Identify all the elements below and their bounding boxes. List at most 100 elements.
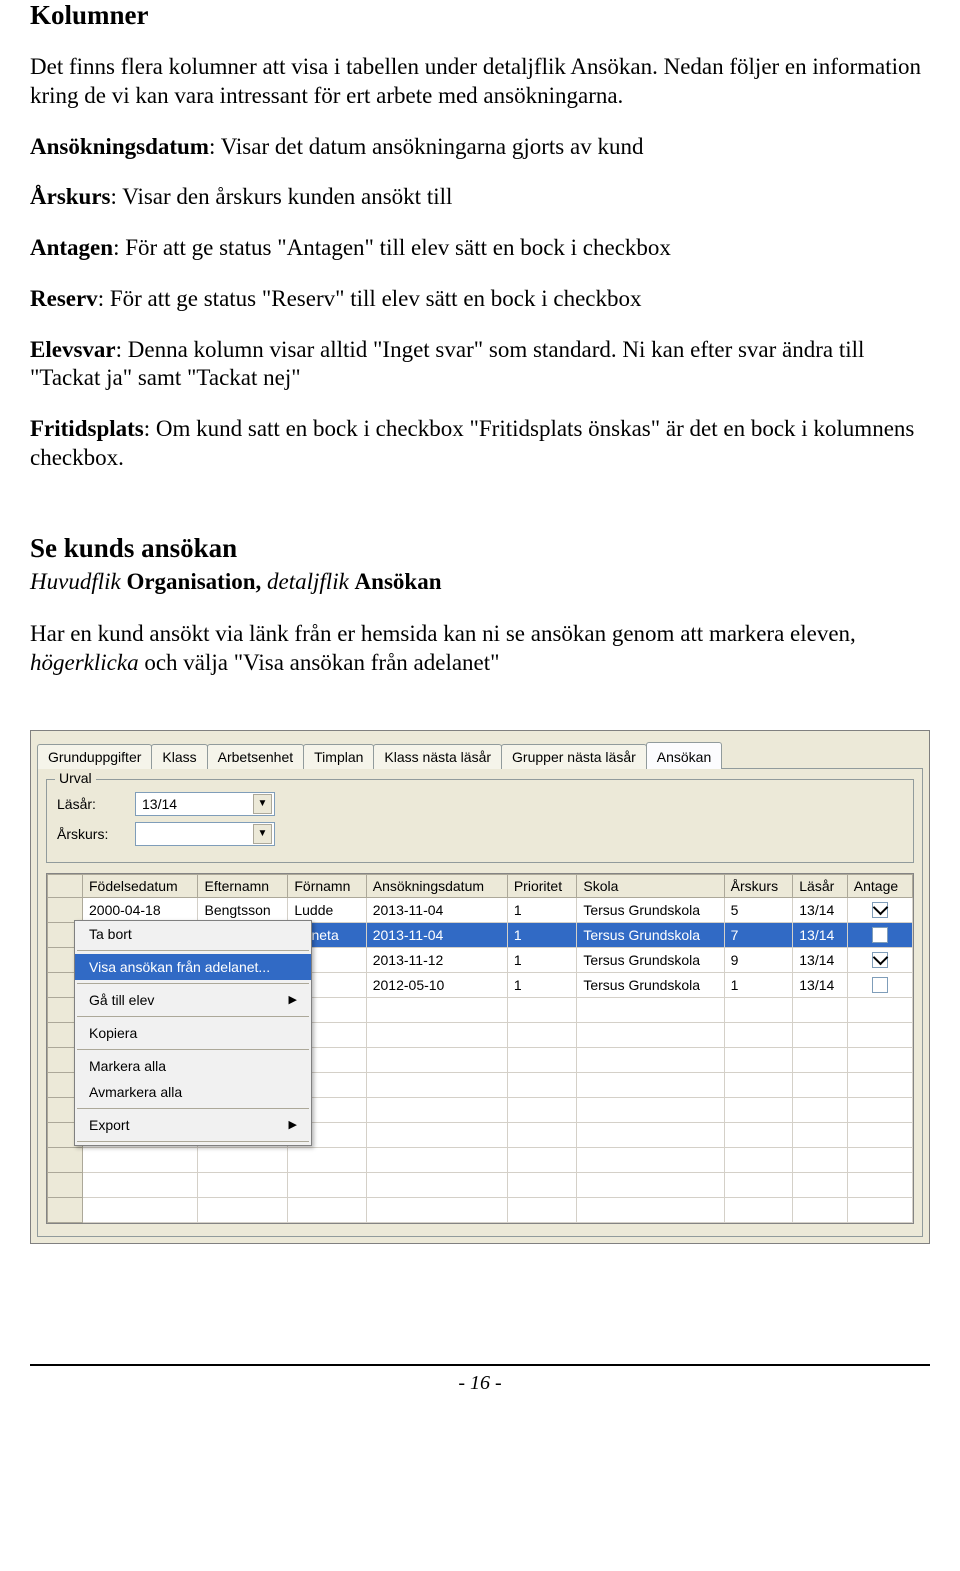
- cell[interactable]: 5: [724, 897, 793, 922]
- context-menu[interactable]: Ta bort Visa ansökan från adelanet... Gå t…: [74, 920, 312, 1146]
- lasar-select[interactable]: 13/14 ▼: [135, 792, 275, 816]
- table-row-empty: [48, 1197, 913, 1222]
- ctx-ta-bort[interactable]: Ta bort: [75, 921, 311, 947]
- ctx-export[interactable]: Export▶: [75, 1112, 311, 1138]
- col-förnamn[interactable]: Förnamn: [288, 874, 366, 897]
- col-antage[interactable]: Antage: [847, 874, 912, 897]
- sub-bold1: Organisation,: [126, 569, 261, 594]
- col-läsår[interactable]: Läsår: [793, 874, 848, 897]
- cell[interactable]: 1: [507, 897, 577, 922]
- cell[interactable]: 1: [724, 972, 793, 997]
- cell[interactable]: 1: [507, 922, 577, 947]
- cell[interactable]: 2013-11-04: [366, 922, 507, 947]
- cell[interactable]: 1: [507, 947, 577, 972]
- term-fritidsplats: Fritidsplats: [30, 416, 144, 441]
- cell[interactable]: Tersus Grundskola: [577, 897, 724, 922]
- instr-b: högerklicka: [30, 650, 139, 675]
- txt-antagen: : För att ge status "Antagen" till elev …: [113, 235, 671, 260]
- heading-kolumner: Kolumner: [30, 0, 930, 31]
- ctx-separator: [77, 1016, 309, 1017]
- col-efternamn[interactable]: Efternamn: [198, 874, 288, 897]
- cell[interactable]: 9: [724, 947, 793, 972]
- cell[interactable]: 7: [724, 922, 793, 947]
- col-prioritet[interactable]: Prioritet: [507, 874, 577, 897]
- cell[interactable]: 2000-04-18: [83, 897, 198, 922]
- ctx-kopiera[interactable]: Kopiera: [75, 1020, 311, 1046]
- table-row[interactable]: 2000-04-18BengtssonLudde2013-11-041Tersu…: [48, 897, 913, 922]
- antagen-checkbox[interactable]: [872, 952, 888, 968]
- cell[interactable]: Tersus Grundskola: [577, 922, 724, 947]
- table-row-empty: [48, 1172, 913, 1197]
- tab-klass-nästa-läsår[interactable]: Klass nästa läsår: [373, 744, 502, 769]
- sub-ital2: detaljflik: [261, 569, 354, 594]
- tab-ansökan[interactable]: Ansökan: [646, 742, 722, 769]
- ctx-label: Markera alla: [89, 1058, 166, 1074]
- urval-legend: Urval: [55, 770, 96, 786]
- ctx-label: Visa ansökan från adelanet...: [89, 959, 270, 975]
- page-footer: - 16 -: [30, 1364, 930, 1395]
- footer-rule: [30, 1364, 930, 1366]
- col-årskurs[interactable]: Årskurs: [724, 874, 793, 897]
- col-födelsedatum[interactable]: Födelsedatum: [83, 874, 198, 897]
- page-number: - 16 -: [30, 1372, 930, 1395]
- tab-grupper-nästa-läsår[interactable]: Grupper nästa läsår: [501, 744, 647, 769]
- lasar-value: 13/14: [142, 796, 177, 812]
- instr-c: och välja "Visa ansökan från adelanet": [139, 650, 500, 675]
- subheading-path: Huvudflik Organisation, detaljflik Ansök…: [30, 568, 930, 597]
- cell[interactable]: Tersus Grundskola: [577, 972, 724, 997]
- tab-timplan[interactable]: Timplan: [303, 744, 374, 769]
- ctx-separator: [77, 983, 309, 984]
- cell[interactable]: Tersus Grundskola: [577, 947, 724, 972]
- ctx-gå-till-elev[interactable]: Gå till elev▶: [75, 987, 311, 1013]
- ctx-markera-alla[interactable]: Markera alla: [75, 1053, 311, 1079]
- ctx-separator: [77, 950, 309, 951]
- tab-arbetsenhet[interactable]: Arbetsenhet: [207, 744, 305, 769]
- tab-strip: GrunduppgifterKlassArbetsenhetTimplanKla…: [31, 731, 929, 768]
- chevron-right-icon: ▶: [289, 993, 297, 1006]
- cell[interactable]: 1: [507, 972, 577, 997]
- cell[interactable]: 2012-05-10: [366, 972, 507, 997]
- cell[interactable]: Bengtsson: [198, 897, 288, 922]
- antagen-checkbox[interactable]: [872, 927, 888, 943]
- chevron-down-icon: ▼: [253, 824, 272, 844]
- txt-reserv: : För att ge status "Reserv" till elev s…: [98, 286, 642, 311]
- ctx-label: Ta bort: [89, 926, 132, 942]
- ctx-label: Kopiera: [89, 1025, 137, 1041]
- tab-grunduppgifter[interactable]: Grunduppgifter: [37, 744, 152, 769]
- antagen-checkbox[interactable]: [872, 977, 888, 993]
- cell-antagen[interactable]: [847, 922, 912, 947]
- para-elevsvar: Elevsvar: Denna kolumn visar alltid "Ing…: [30, 336, 930, 394]
- ctx-visa-ansökan-från-adelanet[interactable]: Visa ansökan från adelanet...: [75, 954, 311, 980]
- para-instructions: Har en kund ansökt via länk från er hems…: [30, 620, 930, 678]
- cell-antagen[interactable]: [847, 972, 912, 997]
- term-arskurs: Årskurs: [30, 184, 111, 209]
- col-skola[interactable]: Skola: [577, 874, 724, 897]
- para-reserv: Reserv: För att ge status "Reserv" till …: [30, 285, 930, 314]
- cell[interactable]: 13/14: [793, 897, 848, 922]
- cell[interactable]: 13/14: [793, 972, 848, 997]
- heading-sekunds: Se kunds ansökan: [30, 533, 930, 564]
- para-antagen: Antagen: För att ge status "Antagen" til…: [30, 234, 930, 263]
- screenshot-container: GrunduppgifterKlassArbetsenhetTimplanKla…: [30, 730, 930, 1244]
- term-reserv: Reserv: [30, 286, 98, 311]
- row-header[interactable]: [48, 897, 83, 922]
- txt-fritidsplats: : Om kund satt en bock i checkbox "Friti…: [30, 416, 914, 470]
- cell[interactable]: Ludde: [288, 897, 366, 922]
- arskurs-select[interactable]: ▼: [135, 822, 275, 846]
- txt-ansokningsdatum: : Visar det datum ansökningarna gjorts a…: [209, 134, 643, 159]
- antagen-checkbox[interactable]: [872, 902, 888, 918]
- tab-klass[interactable]: Klass: [151, 744, 207, 769]
- cell[interactable]: 2013-11-04: [366, 897, 507, 922]
- sub-bold2: Ansökan: [355, 569, 442, 594]
- cell-antagen[interactable]: [847, 897, 912, 922]
- cell[interactable]: 2013-11-12: [366, 947, 507, 972]
- ctx-separator: [77, 1049, 309, 1050]
- col-ansökningsdatum[interactable]: Ansökningsdatum: [366, 874, 507, 897]
- ctx-separator: [77, 1108, 309, 1109]
- cell[interactable]: 13/14: [793, 922, 848, 947]
- cell-antagen[interactable]: [847, 947, 912, 972]
- lasar-label: Läsår:: [57, 796, 135, 812]
- ctx-separator: [77, 1141, 309, 1142]
- cell[interactable]: 13/14: [793, 947, 848, 972]
- ctx-avmarkera-alla[interactable]: Avmarkera alla: [75, 1079, 311, 1105]
